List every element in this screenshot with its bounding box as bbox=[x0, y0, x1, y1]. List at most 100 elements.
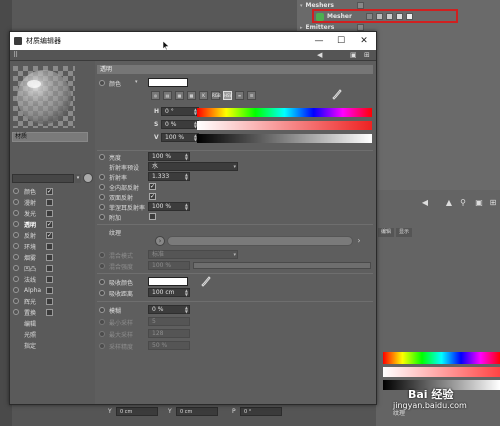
param-radio bbox=[99, 263, 105, 269]
channel-checkbox[interactable] bbox=[46, 297, 53, 305]
stepper-icon[interactable]: ▲ ▼ bbox=[185, 289, 188, 297]
pick-icon[interactable] bbox=[83, 173, 93, 183]
channel-checkbox[interactable] bbox=[46, 308, 53, 316]
lock-icon[interactable]: ▣ bbox=[350, 51, 357, 60]
up-arrow-icon[interactable]: ▲ bbox=[444, 198, 454, 208]
channel-checkbox[interactable] bbox=[46, 264, 53, 272]
highlight-box bbox=[312, 9, 458, 23]
blend-strength-field: 100 % bbox=[148, 261, 190, 270]
absorb-distance-field[interactable]: 100 cm ▲ ▼ bbox=[148, 288, 190, 297]
channel-transparency[interactable]: 透明 ✓ bbox=[13, 219, 53, 229]
channel-checkbox[interactable] bbox=[46, 198, 53, 206]
expand-icon[interactable]: ▸ bbox=[300, 25, 303, 31]
material-name[interactable]: 材质 bbox=[12, 132, 88, 142]
channel-checkbox[interactable] bbox=[46, 286, 53, 294]
item-assignment[interactable]: 指定 bbox=[13, 340, 44, 350]
channel-checkbox[interactable] bbox=[46, 209, 53, 217]
dropdown-arrow-icon[interactable]: ▾ bbox=[75, 174, 81, 183]
channel-checkbox[interactable] bbox=[46, 253, 53, 261]
maximize-button[interactable]: ☐ bbox=[330, 32, 352, 50]
window-title: 材质编辑器 bbox=[26, 37, 61, 45]
tab-edit[interactable]: 编辑 bbox=[378, 228, 395, 237]
minimize-button[interactable]: — bbox=[308, 32, 330, 50]
blend-mode-select: 标准 ▾ bbox=[148, 250, 238, 259]
grip-icon[interactable]: ⠿ bbox=[13, 51, 18, 60]
channel-normal[interactable]: 法线 bbox=[13, 274, 53, 284]
back-arrow-icon[interactable]: ◀ bbox=[317, 51, 322, 60]
channel-radio[interactable] bbox=[13, 221, 19, 227]
material-preview[interactable] bbox=[13, 66, 75, 128]
channel-checkbox[interactable]: ✓ bbox=[46, 220, 53, 228]
item-editor[interactable]: 编辑 bbox=[13, 318, 44, 328]
channel-radio[interactable] bbox=[13, 298, 19, 304]
expand-icon[interactable]: ▾ bbox=[300, 3, 303, 9]
channel-fog[interactable]: 烟雾 bbox=[13, 252, 53, 262]
channel-checkbox[interactable] bbox=[46, 242, 53, 250]
channel-color[interactable]: 颜色 ✓ bbox=[13, 186, 53, 196]
visibility-tag-icon[interactable] bbox=[356, 24, 364, 31]
blend-mode-row: 混合模式 标准 ▾ bbox=[97, 250, 373, 260]
channel-radio[interactable] bbox=[13, 199, 19, 205]
watermark-site: jingyan.baidu.com bbox=[393, 401, 467, 410]
param-radio[interactable] bbox=[99, 307, 105, 313]
channel-radio[interactable] bbox=[13, 232, 19, 238]
accuracy-row: 采样精度 50 % bbox=[97, 341, 373, 351]
item-illumination[interactable]: 光照 bbox=[13, 329, 44, 339]
channel-checkbox[interactable] bbox=[46, 275, 53, 283]
channel-radio[interactable] bbox=[13, 188, 19, 194]
coord-label: Y bbox=[168, 408, 172, 415]
channel-reflection[interactable]: 反射 ✓ bbox=[13, 230, 53, 240]
channel-radio[interactable] bbox=[13, 287, 19, 293]
absorb-distance-row: 吸收距离 100 cm ▲ ▼ bbox=[97, 288, 373, 298]
expand-icon[interactable]: ⊞ bbox=[364, 51, 370, 60]
divider bbox=[97, 301, 373, 302]
absorb-color-swatch[interactable] bbox=[148, 277, 188, 286]
channel-radio[interactable] bbox=[13, 210, 19, 216]
param-radio[interactable] bbox=[99, 279, 105, 285]
coord-field[interactable]: 0 cm bbox=[176, 407, 218, 416]
channel-luminance[interactable]: 发光 bbox=[13, 208, 53, 218]
toolbar: ⠿ ◀ ▣ ⊞ bbox=[10, 50, 376, 61]
accuracy-field: 50 % bbox=[148, 341, 190, 350]
channel-checkbox[interactable]: ✓ bbox=[46, 187, 53, 195]
channel-radio[interactable] bbox=[13, 254, 19, 260]
close-button[interactable]: ✕ bbox=[353, 32, 375, 50]
channel-environment[interactable]: 环境 bbox=[13, 241, 53, 251]
channel-radio[interactable] bbox=[13, 243, 19, 249]
channel-checkbox[interactable]: ✓ bbox=[46, 231, 53, 239]
background-hue-bar[interactable] bbox=[383, 352, 500, 364]
param-radio bbox=[99, 331, 105, 337]
blend-strength-row: 混合强度 100 % bbox=[97, 261, 373, 271]
channel-filter-field[interactable] bbox=[12, 174, 74, 183]
channel-displacement[interactable]: 置换 bbox=[13, 307, 53, 317]
channel-radio[interactable] bbox=[13, 276, 19, 282]
expand-icon[interactable]: ⊞ bbox=[488, 198, 498, 208]
channel-radio[interactable] bbox=[13, 265, 19, 271]
param-radio[interactable] bbox=[99, 290, 105, 296]
material-editor-dialog: 材质编辑器 — ☐ ✕ ⠿ ◀ ▣ ⊞ 材质 ▾ 颜色 ✓ 漫射 发光 透明 ✓… bbox=[9, 31, 377, 405]
title-bar[interactable]: 材质编辑器 — ☐ ✕ bbox=[10, 32, 376, 50]
mouse-cursor-icon bbox=[163, 41, 169, 50]
tab-display[interactable]: 显示 bbox=[396, 228, 413, 237]
coord-field[interactable]: 0 cm bbox=[116, 407, 158, 416]
channel-bump[interactable]: 凹凸 bbox=[13, 263, 53, 273]
channel-radio[interactable] bbox=[13, 309, 19, 315]
coord-field[interactable]: 0 ° bbox=[240, 407, 282, 416]
background-saturation-bar[interactable] bbox=[383, 367, 500, 377]
app-icon bbox=[14, 37, 22, 45]
lock-icon[interactable]: ▣ bbox=[474, 198, 484, 208]
max-samples-field: 128 bbox=[148, 329, 190, 338]
visibility-tag-icon[interactable] bbox=[356, 2, 364, 9]
search-icon[interactable]: ⚲ bbox=[458, 198, 468, 208]
min-samples-row: 最小采样 5 bbox=[97, 317, 373, 327]
eyedropper-icon[interactable] bbox=[201, 276, 211, 288]
channel-diffusion[interactable]: 漫射 bbox=[13, 197, 53, 207]
coord-label: P bbox=[232, 408, 236, 415]
channel-glow[interactable]: 辉光 bbox=[13, 296, 53, 306]
stepper-icon[interactable]: ▲ ▼ bbox=[185, 306, 188, 314]
channel-list-pane: 材质 ▾ 颜色 ✓ 漫射 发光 透明 ✓ 反射 ✓ 环境 烟雾 凹凸 法线 Alpha… bbox=[10, 61, 95, 404]
max-samples-row: 最大采样 128 bbox=[97, 329, 373, 339]
channel-alpha[interactable]: Alpha bbox=[13, 285, 53, 295]
back-arrow-icon[interactable]: ◀ bbox=[420, 198, 430, 208]
blur-field[interactable]: 0 % ▲ ▼ bbox=[148, 305, 190, 314]
